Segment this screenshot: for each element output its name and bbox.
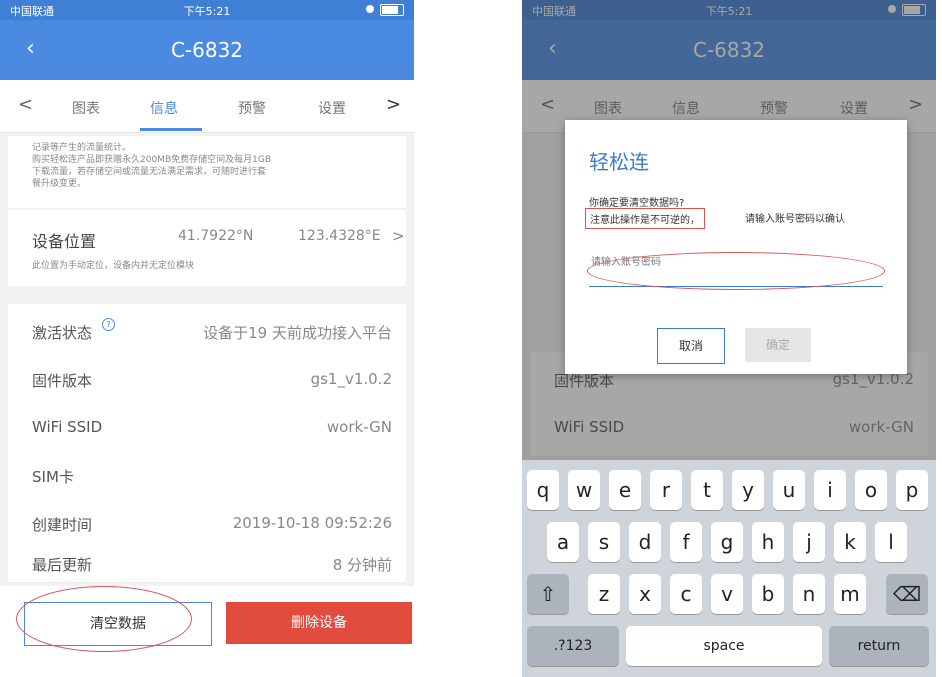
key[interactable]: b bbox=[752, 574, 784, 614]
location-note: 此位置为手动定位，设备内并无定位模块 bbox=[32, 261, 195, 271]
key[interactable]: p bbox=[896, 470, 928, 510]
annotation-ellipse bbox=[16, 586, 192, 652]
key[interactable]: o bbox=[855, 470, 887, 510]
tab-alerts[interactable]: 预警 bbox=[238, 98, 266, 118]
latitude-value: 41.7922°N bbox=[178, 228, 254, 244]
dialog-question: 你确定要清空数据吗? bbox=[589, 198, 685, 209]
numbers-key[interactable]: .?123 bbox=[527, 626, 619, 666]
left-phone-screen: 中国联通 下午5:21 ‹ C-6832 < 图表 信息 预警 设置 > 记录等… bbox=[0, 0, 414, 677]
key[interactable]: y bbox=[732, 470, 764, 510]
row-label: 创建时间 bbox=[32, 516, 93, 534]
note-line: 下载流量，若存储空间或流量无法满足需求，可随时进行套 bbox=[32, 167, 267, 177]
key[interactable]: s bbox=[588, 522, 620, 562]
row-value: 设备于19 天前成功接入平台 bbox=[203, 324, 392, 342]
key[interactable]: f bbox=[670, 522, 702, 562]
key[interactable]: g bbox=[711, 522, 743, 562]
space-key[interactable]: space bbox=[626, 626, 822, 666]
tab-info[interactable]: 信息 bbox=[150, 98, 178, 118]
on-screen-keyboard: q w e r t y u i o p a s d f g h j k l ⇧ … bbox=[522, 460, 936, 677]
key[interactable]: r bbox=[650, 470, 682, 510]
shift-key-icon[interactable]: ⇧ bbox=[527, 574, 569, 614]
row-label: 固件版本 bbox=[32, 372, 93, 390]
location-icon bbox=[366, 5, 374, 13]
row-label: WiFi SSID bbox=[32, 418, 103, 436]
tab-prev-icon[interactable]: < bbox=[18, 94, 33, 115]
info-row-updated: 最后更新 8 分钟前 bbox=[8, 544, 406, 583]
key[interactable]: x bbox=[629, 574, 661, 614]
tab-bar: < 图表 信息 预警 设置 > bbox=[0, 80, 414, 133]
clear-data-dialog: 轻松连 你确定要清空数据吗? 注意此操作是不可逆的， 请输入账号密码以确认 取消… bbox=[565, 120, 907, 374]
cancel-button[interactable]: 取消 bbox=[657, 328, 725, 364]
dialog-title: 轻松连 bbox=[589, 150, 649, 174]
key[interactable]: h bbox=[752, 522, 784, 562]
active-tab-indicator bbox=[140, 128, 202, 131]
note-line: 记录等产生的流量统计。 bbox=[32, 143, 132, 153]
annotation-ellipse bbox=[587, 252, 885, 290]
row-value: gs1_v1.0.2 bbox=[310, 370, 392, 388]
key[interactable]: e bbox=[609, 470, 641, 510]
row-label: 最后更新 bbox=[32, 556, 93, 574]
note-line: 餐升级变更。 bbox=[32, 179, 87, 189]
key[interactable]: n bbox=[793, 574, 825, 614]
backspace-key-icon[interactable]: ⌫ bbox=[886, 574, 928, 614]
key[interactable]: a bbox=[547, 522, 579, 562]
key[interactable]: u bbox=[773, 470, 805, 510]
tab-next-icon[interactable]: > bbox=[386, 94, 401, 115]
row-value: 8 分钟前 bbox=[332, 556, 392, 574]
tab-settings[interactable]: 设置 bbox=[318, 98, 346, 118]
help-icon[interactable]: ? bbox=[102, 318, 115, 331]
key[interactable]: l bbox=[875, 522, 907, 562]
right-phone-screen: 中国联通 下午5:21 ‹ C-6832 < 图表 信息 预警 设置 > 固件版… bbox=[522, 0, 936, 677]
key[interactable]: t bbox=[691, 470, 723, 510]
clock: 下午5:21 bbox=[183, 5, 231, 18]
dialog-instruction: 请输入账号密码以确认 bbox=[745, 214, 845, 225]
key[interactable]: k bbox=[834, 522, 866, 562]
return-key[interactable]: return bbox=[829, 626, 929, 666]
note-line: 购买轻松连产品即获赠永久200MB免费存储空间及每月1GB bbox=[32, 155, 271, 165]
status-bar: 中国联通 下午5:21 bbox=[0, 0, 414, 20]
battery-icon bbox=[380, 4, 404, 16]
tab-chart[interactable]: 图表 bbox=[72, 98, 100, 118]
storage-note: 记录等产生的流量统计。 购买轻松连产品即获赠永久200MB免费存储空间及每月1G… bbox=[8, 136, 406, 208]
confirm-button[interactable]: 确定 bbox=[745, 328, 811, 362]
row-label: 激活状态 bbox=[32, 324, 93, 342]
key[interactable]: c bbox=[670, 574, 702, 614]
key[interactable]: q bbox=[527, 470, 559, 510]
key[interactable]: i bbox=[814, 470, 846, 510]
delete-device-button[interactable]: 删除设备 bbox=[226, 602, 412, 644]
row-label: SIM卡 bbox=[32, 468, 74, 486]
key[interactable]: m bbox=[834, 574, 866, 614]
key[interactable]: d bbox=[629, 522, 661, 562]
location-card[interactable]: 设备位置 41.7922°N 123.4328°E > 此位置为手动定位，设备内… bbox=[8, 210, 406, 286]
key[interactable]: j bbox=[793, 522, 825, 562]
page-title: C-6832 bbox=[170, 38, 244, 62]
location-label: 设备位置 bbox=[32, 232, 97, 251]
row-value: 2019-10-18 09:52:26 bbox=[232, 514, 392, 532]
key[interactable]: v bbox=[711, 574, 743, 614]
row-value: work-GN bbox=[326, 418, 392, 436]
action-bar: 清空数据 删除设备 bbox=[0, 586, 414, 677]
key[interactable]: w bbox=[568, 470, 600, 510]
key[interactable]: z bbox=[588, 574, 620, 614]
longitude-value: 123.4328°E bbox=[298, 228, 381, 244]
chevron-right-icon: > bbox=[392, 227, 405, 245]
nav-bar: ‹ C-6832 bbox=[0, 20, 414, 80]
dialog-warning: 注意此操作是不可逆的， bbox=[585, 208, 705, 229]
